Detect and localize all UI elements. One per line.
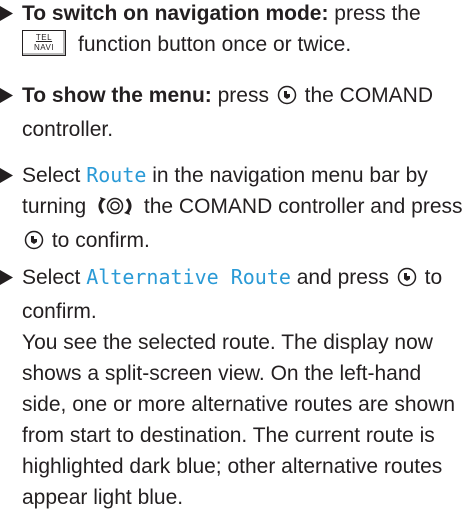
tel-navi-key-icon: TEL NAVI — [22, 30, 66, 56]
controller-press-icon — [397, 265, 417, 296]
bullet-arrow-icon — [0, 0, 20, 29]
key-label-bottom: NAVI — [33, 43, 55, 52]
controller-press-icon — [277, 83, 297, 114]
step-result-text: You see the selected route. The display … — [22, 331, 456, 509]
bullet-arrow-icon — [0, 262, 20, 293]
menu-item-route: Route — [86, 163, 147, 187]
step-heading: To show the menu: — [22, 84, 212, 107]
step-text: press the — [328, 2, 421, 25]
step-text: function button once or twice. — [78, 33, 352, 56]
menu-item-alternative-route: Alternative Route — [86, 265, 291, 289]
step-select-route: Select Route in the navigation menu bar … — [0, 160, 465, 259]
step-show-menu: To show the menu: press the COMAND contr… — [0, 80, 465, 145]
step-text: and press — [290, 266, 389, 289]
step-text: to confirm. — [51, 229, 150, 252]
controller-turn-icon — [94, 194, 136, 225]
step-switch-on-navigation: To switch on navigation mode: press the … — [0, 0, 465, 60]
controller-press-icon — [24, 228, 44, 259]
step-text: the COMAND controller and press — [143, 195, 463, 218]
key-label-top: TEL — [35, 33, 53, 42]
step-text: Select — [22, 266, 87, 289]
instruction-page: To switch on navigation mode: press the … — [0, 0, 465, 509]
step-text: press — [211, 84, 269, 107]
step-text: Select — [22, 164, 87, 187]
bullet-arrow-icon — [0, 80, 20, 111]
bullet-arrow-icon — [0, 160, 20, 191]
step-heading: To switch on navigation mode: — [22, 2, 329, 25]
step-select-alternative-route: Select Alternative Route and press to co… — [0, 262, 465, 513]
